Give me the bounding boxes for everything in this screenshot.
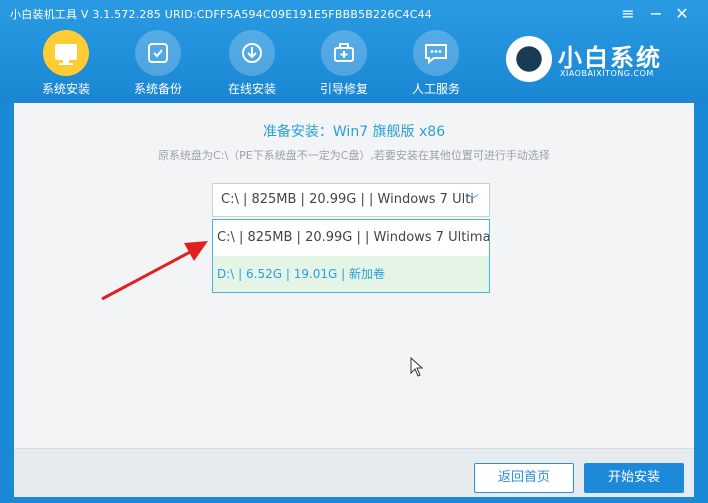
start-install-button[interactable]: 开始安装	[584, 463, 684, 493]
app-window: 小白装机工具 V 3.1.572.285 URID:CDFF5A594C09E1…	[0, 0, 708, 503]
partition-dropdown: C:\ | 825MB | 20.99G | | Windows 7 Ultim…	[212, 219, 490, 293]
nav-label: 系统备份	[133, 82, 182, 96]
red-arrow-annotation	[101, 241, 208, 301]
nav-item-manual-service[interactable]: 人工服务	[396, 30, 476, 98]
nav-item-system-backup[interactable]: 系统备份	[118, 30, 198, 98]
window-title: 小白装机工具 V 3.1.572.285 URID:CDFF5A594C09E1…	[10, 8, 432, 21]
minimize-icon[interactable]: −	[644, 2, 668, 26]
partition-select-value: C:\ | 825MB | 20.99G | | Windows 7 Ulti	[221, 192, 474, 207]
header-bar: 小白装机工具 V 3.1.572.285 URID:CDFF5A594C09E1…	[0, 0, 708, 103]
nav-label: 引导修复	[319, 82, 368, 96]
nav-item-online-install[interactable]: 在线安装	[212, 30, 292, 98]
install-icon	[43, 30, 89, 76]
footer-bar: 返回首页 开始安装	[14, 448, 694, 497]
main-panel: 准备安装：Win7 旗舰版 x86 原系统盘为C:\（PE下系统盘不一定为C盘）…	[14, 103, 694, 448]
repair-icon	[321, 30, 367, 76]
partition-option-c[interactable]: C:\ | 825MB | 20.99G | | Windows 7 Ultim…	[213, 220, 489, 256]
logo-icon	[506, 36, 552, 82]
brand-logo: 小白系统 XIAOBAIXITONG.COM	[506, 36, 696, 86]
nav-item-system-install[interactable]: 系统安装	[26, 30, 106, 98]
backup-icon	[135, 30, 181, 76]
chat-icon	[413, 30, 459, 76]
chevron-down-icon[interactable]: ﹀	[467, 184, 479, 216]
mouse-cursor-icon	[410, 357, 424, 377]
partition-option-d[interactable]: D:\ | 6.52G | 19.01G | 新加卷	[213, 256, 489, 292]
menu-icon[interactable]: ≡	[616, 2, 640, 26]
nav-label: 人工服务	[411, 82, 460, 96]
install-heading: 准备安装：Win7 旗舰版 x86	[262, 124, 446, 140]
nav-label: 系统安装	[41, 82, 90, 96]
back-home-button[interactable]: 返回首页	[474, 463, 574, 493]
nav-item-boot-repair[interactable]: 引导修复	[304, 30, 384, 98]
online-install-icon	[229, 30, 275, 76]
nav-label: 在线安装	[227, 82, 276, 96]
close-icon[interactable]: ✕	[670, 2, 694, 26]
logo-subtitle: XIAOBAIXITONG.COM	[560, 69, 654, 78]
install-hint: 原系统盘为C:\（PE下系统盘不一定为C盘）,若要安装在其他位置可进行手动选择	[158, 149, 550, 162]
logo-name: 小白系统	[558, 44, 662, 72]
partition-select[interactable]: C:\ | 825MB | 20.99G | | Windows 7 Ulti …	[212, 183, 490, 217]
